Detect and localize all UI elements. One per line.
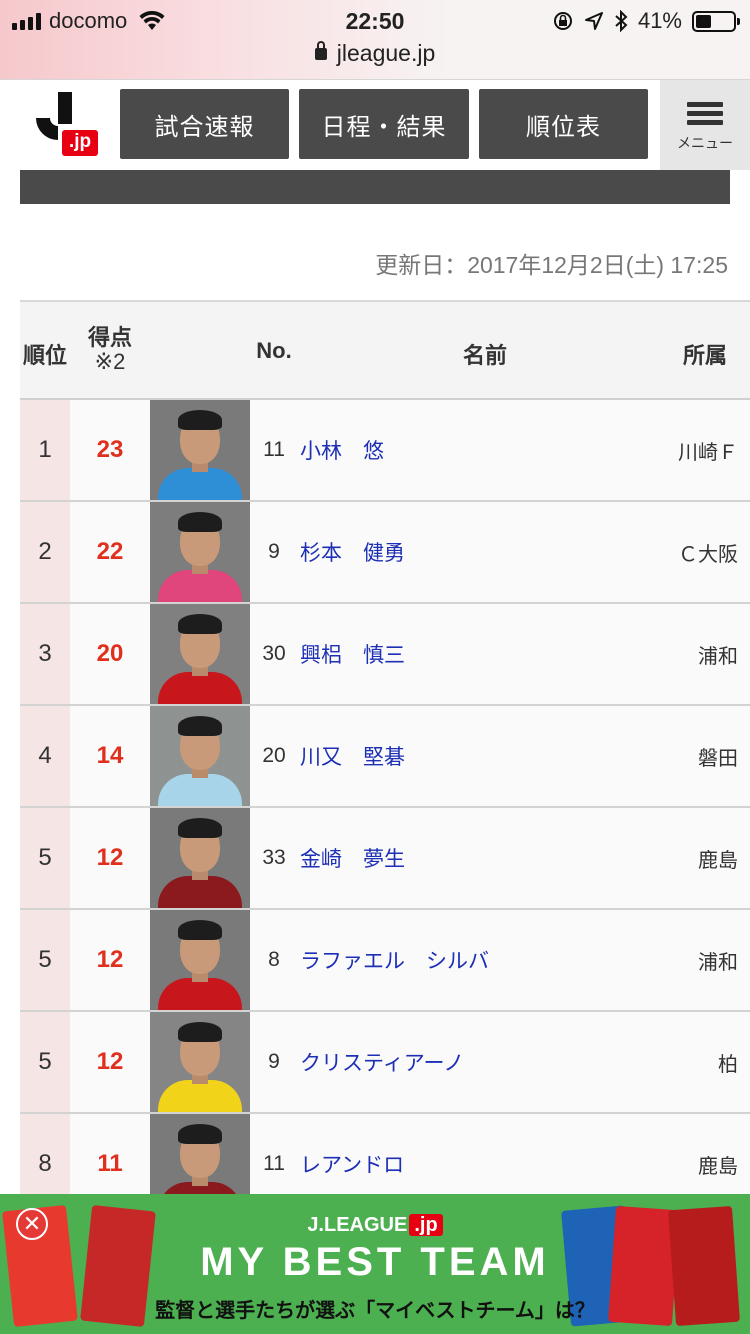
- rank-cell: 3: [20, 604, 70, 704]
- club-cell: 磐田: [698, 747, 738, 770]
- club-cell: 浦和: [698, 951, 738, 974]
- club-cell: Ｃ大阪: [678, 543, 738, 566]
- header-name: 名前: [462, 343, 507, 368]
- player-photo[interactable]: [150, 604, 250, 704]
- ad-banner[interactable]: J.LEAGUE .jp MY BEST TEAM 監督と選手たちが選ぶ「マイベス…: [0, 1194, 750, 1334]
- logo-jp: .jp: [62, 130, 99, 156]
- header-points-note: ※2: [94, 349, 126, 374]
- shirt-number-cell: 33: [262, 846, 286, 869]
- banner-brand: J.LEAGUE .jp: [0, 1214, 750, 1237]
- club-cell: 鹿島: [698, 849, 738, 872]
- rank-cell: 5: [20, 910, 70, 1010]
- jleague-logo[interactable]: .jp: [30, 92, 102, 158]
- status-bar: docomo 22:50 41% jleague.jp: [0, 0, 750, 80]
- header-number: No.: [256, 338, 292, 363]
- nav-live-scores-button[interactable]: 試合速報: [120, 89, 289, 159]
- shirt-number-cell: 8: [268, 948, 280, 971]
- player-name-link[interactable]: ラファエル シルバ: [300, 910, 489, 1010]
- player-name-link[interactable]: 小林 悠: [300, 400, 384, 500]
- banner-brand-text: J.LEAGUE: [307, 1214, 408, 1236]
- table-row[interactable]: 3 20 30 興梠 慎三 浦和: [20, 604, 750, 706]
- lock-icon: [314, 41, 327, 60]
- club-cell: 浦和: [698, 645, 738, 668]
- club-cell: 川崎Ｆ: [678, 441, 738, 464]
- section-title-bar: [20, 170, 730, 204]
- table-row[interactable]: 5 12 33 金崎 夢生 鹿島: [20, 808, 750, 910]
- banner-subtitle: 監督と選手たちが選ぶ「マイベストチーム」は？: [155, 1300, 595, 1322]
- location-icon: [584, 12, 603, 30]
- rank-cell: 5: [20, 1012, 70, 1112]
- hamburger-icon: [687, 98, 723, 129]
- points-cell: 12: [96, 844, 124, 871]
- player-photo[interactable]: [150, 400, 250, 500]
- player-name-link[interactable]: 杉本 健勇: [300, 502, 405, 602]
- scorer-ranking-table: 順位 得点 ※2 No. 名前 所属 1 23 11 小林 悠川崎Ｆ 2 22 9 杉本 健勇…: [20, 300, 750, 1216]
- header-club: 所属: [682, 343, 727, 368]
- site-header: .jp 試合速報 日程・結果 順位表 メニュー: [0, 80, 750, 170]
- points-cell: 14: [96, 742, 124, 769]
- nav-schedule-results-button[interactable]: 日程・結果: [299, 89, 469, 159]
- menu-label: メニュー: [677, 134, 733, 151]
- player-photo[interactable]: [150, 910, 250, 1010]
- rank-cell: 2: [20, 502, 70, 602]
- table-row[interactable]: 5 12 8 ラファエル シルバ 浦和: [20, 910, 750, 1012]
- shirt-number-cell: 11: [263, 438, 285, 461]
- player-photo[interactable]: [150, 706, 250, 806]
- header-rank: 順位: [22, 343, 67, 368]
- player-name-link[interactable]: 川又 堅碁: [300, 706, 405, 806]
- player-photo[interactable]: [150, 1012, 250, 1112]
- menu-button[interactable]: メニュー: [660, 80, 750, 170]
- nav-standings-button[interactable]: 順位表: [479, 89, 648, 159]
- banner-brand-jp: .jp: [409, 1214, 443, 1236]
- url-bar[interactable]: jleague.jp: [0, 40, 750, 67]
- table-row[interactable]: 1 23 11 小林 悠 川崎Ｆ: [20, 400, 750, 502]
- player-name-link[interactable]: クリスティアーノ: [300, 1012, 464, 1112]
- bluetooth-icon: [615, 10, 628, 32]
- updated-timestamp: 更新日：2017年12月2日(土) 17:25: [375, 252, 728, 278]
- player-photo[interactable]: [150, 808, 250, 908]
- points-cell: 20: [96, 640, 124, 667]
- banner-title: MY BEST TEAM: [200, 1240, 550, 1284]
- rank-cell: 5: [20, 808, 70, 908]
- url-text: jleague.jp: [336, 40, 436, 66]
- table-row[interactable]: 2 22 9 杉本 健勇 Ｃ大阪: [20, 502, 750, 604]
- points-cell: 12: [96, 1048, 124, 1075]
- battery-percent: 41%: [637, 8, 682, 33]
- table-row[interactable]: 4 14 20 川又 堅碁 磐田: [20, 706, 750, 808]
- shirt-number-cell: 30: [262, 642, 286, 665]
- rank-cell: 4: [20, 706, 70, 806]
- shirt-number-cell: 20: [262, 744, 286, 767]
- player-photo[interactable]: [150, 502, 250, 602]
- club-cell: 柏: [718, 1053, 738, 1076]
- player-name-link[interactable]: 興梠 慎三: [300, 604, 405, 704]
- table-header: 順位 得点 ※2 No. 名前 所属: [20, 300, 750, 400]
- table-body: 1 23 11 小林 悠川崎Ｆ 2 22 9 杉本 健勇 Ｃ大阪 3 20 30 興梠 慎三 浦和 4 14 2…: [20, 400, 750, 1216]
- header-points: 得点 ※2: [70, 326, 150, 374]
- rotation-lock-icon: [553, 12, 572, 30]
- player-name-link[interactable]: 金崎 夢生: [300, 808, 405, 908]
- header-points-label: 得点: [87, 325, 132, 350]
- points-cell: 12: [96, 946, 124, 973]
- close-ad-button[interactable]: ✕: [16, 1208, 48, 1240]
- shirt-number-cell: 9: [268, 1050, 280, 1073]
- points-cell: 22: [96, 538, 124, 565]
- table-row[interactable]: 5 12 9 クリスティアーノ 柏: [20, 1012, 750, 1114]
- rank-cell: 1: [20, 400, 70, 500]
- battery-icon: [692, 10, 740, 32]
- shirt-number-cell: 9: [268, 540, 280, 563]
- points-cell: 23: [96, 436, 124, 463]
